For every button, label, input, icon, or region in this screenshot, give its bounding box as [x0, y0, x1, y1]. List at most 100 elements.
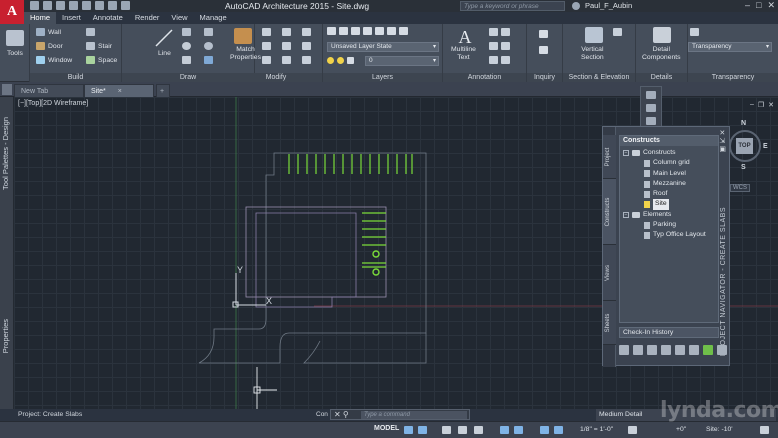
viewport-restore-icon[interactable]: ❐: [758, 101, 764, 109]
layer-previous-icon[interactable]: [399, 27, 408, 35]
add-tab-button[interactable]: +: [156, 84, 170, 97]
panel-title-layers[interactable]: Layers: [323, 73, 442, 82]
vertical-section-icon[interactable]: [585, 27, 603, 43]
palette-properties-icon[interactable]: ▣: [719, 146, 726, 154]
cut-plane-value[interactable]: Site: -10': [706, 426, 733, 433]
match-properties-icon[interactable]: [234, 28, 252, 44]
door-button[interactable]: Door: [36, 42, 63, 50]
elevation-value[interactable]: +0": [676, 426, 686, 433]
arc-button[interactable]: [204, 28, 213, 36]
save-icon[interactable]: [56, 1, 65, 10]
palette-close-icon[interactable]: ✕: [719, 130, 726, 138]
workspace-gear-icon[interactable]: [628, 426, 637, 434]
options-icon[interactable]: [717, 345, 727, 355]
palette-autohide-icon[interactable]: ⇲: [719, 138, 726, 146]
compass-north[interactable]: N: [741, 120, 746, 127]
osnap-icon[interactable]: [500, 426, 509, 434]
keynote-button[interactable]: [489, 56, 510, 64]
lock-icon[interactable]: [347, 57, 354, 64]
fillet-button[interactable]: [302, 42, 311, 50]
command-close-icon[interactable]: ✕ ⚲: [334, 410, 349, 419]
check-in-history-dropdown[interactable]: Check-In History: [619, 327, 719, 338]
layer-match-icon[interactable]: [387, 27, 396, 35]
model-space-toggle[interactable]: MODEL: [374, 425, 399, 432]
user-name[interactable]: Paul_F_Aubin: [585, 1, 632, 10]
layer-isolate-icon[interactable]: [339, 27, 348, 35]
view-cube[interactable]: TOP N S E: [727, 120, 768, 172]
otrack-icon[interactable]: [514, 426, 523, 434]
trim-button[interactable]: [302, 28, 311, 36]
ortho-toggle-icon[interactable]: [442, 426, 451, 434]
redo-icon[interactable]: [108, 1, 117, 10]
application-menu-button[interactable]: A: [0, 0, 24, 24]
inquiry-tool-2[interactable]: [539, 46, 548, 54]
tree-folder-constructs[interactable]: − Constructs: [620, 148, 718, 158]
tools-button[interactable]: Tools: [7, 50, 23, 57]
annotation-visibility-icon[interactable]: [540, 426, 549, 434]
wcs-menu[interactable]: WCS: [730, 184, 750, 192]
collapse-icon[interactable]: −: [623, 211, 629, 218]
bulb-icon[interactable]: [327, 57, 334, 64]
open-icon[interactable]: [43, 1, 52, 10]
elevation-button[interactable]: [613, 28, 622, 36]
close-tab-icon[interactable]: ×: [118, 88, 122, 95]
circle-button[interactable]: [182, 42, 191, 50]
polyline-button[interactable]: [182, 28, 191, 36]
tab-insert[interactable]: Insert: [56, 12, 87, 24]
tab-render[interactable]: Render: [129, 12, 166, 24]
panel-title-annotation[interactable]: Annotation: [443, 73, 526, 82]
inquiry-tool-1[interactable]: [539, 30, 548, 38]
layer-state-dropdown[interactable]: Unsaved Layer State: [327, 42, 439, 52]
steering-wheel-icon[interactable]: [646, 91, 656, 99]
layer-off-icon[interactable]: [351, 27, 360, 35]
window-button[interactable]: Window: [36, 56, 72, 64]
layer-freeze-icon[interactable]: [363, 27, 372, 35]
tree-item-site[interactable]: Site: [620, 199, 718, 210]
ellipse-button[interactable]: [204, 42, 213, 50]
viewport-minimize-icon[interactable]: –: [750, 101, 754, 109]
tree-item-parking[interactable]: Parking: [620, 220, 718, 230]
viewport-close-icon[interactable]: ✕: [768, 101, 774, 109]
repath-icon[interactable]: [675, 345, 685, 355]
tree-folder-elements[interactable]: − Elements: [620, 210, 718, 220]
transparency-tool[interactable]: [690, 28, 699, 36]
document-menu-icon[interactable]: [2, 84, 12, 95]
multiline-text-icon[interactable]: A: [456, 27, 474, 47]
layer-properties-icon[interactable]: [327, 27, 336, 35]
table-button[interactable]: [489, 42, 510, 50]
save-as-icon[interactable]: [69, 1, 78, 10]
tools-icon[interactable]: [6, 30, 24, 46]
compass-south[interactable]: S: [741, 164, 746, 171]
new-icon[interactable]: [30, 1, 39, 10]
tab-project[interactable]: Project: [603, 135, 616, 179]
sun-icon[interactable]: [337, 57, 344, 64]
panel-title-build[interactable]: Build: [30, 73, 121, 82]
add-category-icon[interactable]: [633, 345, 643, 355]
vertical-section-button[interactable]: Vertical Section: [581, 46, 604, 62]
maximize-icon[interactable]: □: [756, 0, 761, 11]
rectangle-button[interactable]: [182, 56, 191, 64]
properties-palette-label[interactable]: Properties: [1, 319, 10, 353]
panel-title-inquiry[interactable]: Inquiry: [527, 73, 562, 82]
tool-palettes-label[interactable]: Tool Palettes - Design: [1, 117, 10, 190]
file-tab-site[interactable]: Site* ×: [84, 84, 154, 97]
current-layer-dropdown[interactable]: 0: [365, 56, 439, 66]
command-input[interactable]: Type a command: [361, 411, 467, 419]
detail-components-button[interactable]: Detail Components: [642, 46, 681, 62]
grid-toggle-icon[interactable]: [404, 426, 413, 434]
snap-toggle-icon[interactable]: [418, 426, 427, 434]
array-button[interactable]: [302, 56, 311, 64]
tab-view[interactable]: View: [165, 12, 193, 24]
panel-title-section[interactable]: Section & Elevation: [563, 73, 635, 82]
detail-components-icon[interactable]: [653, 27, 671, 43]
tree-item-roof[interactable]: Roof: [620, 189, 718, 199]
tree-item-column-grid[interactable]: Column grid: [620, 158, 718, 168]
compass-east[interactable]: E: [763, 143, 768, 150]
polar-toggle-icon[interactable]: [458, 426, 467, 434]
rotate-button[interactable]: [282, 28, 291, 36]
delete-icon[interactable]: [661, 345, 671, 355]
stair-button[interactable]: Stair: [86, 42, 112, 50]
autoscale-icon[interactable]: [554, 426, 563, 434]
xref-icon[interactable]: [689, 345, 699, 355]
tree-item-main-level[interactable]: Main Level: [620, 169, 718, 179]
